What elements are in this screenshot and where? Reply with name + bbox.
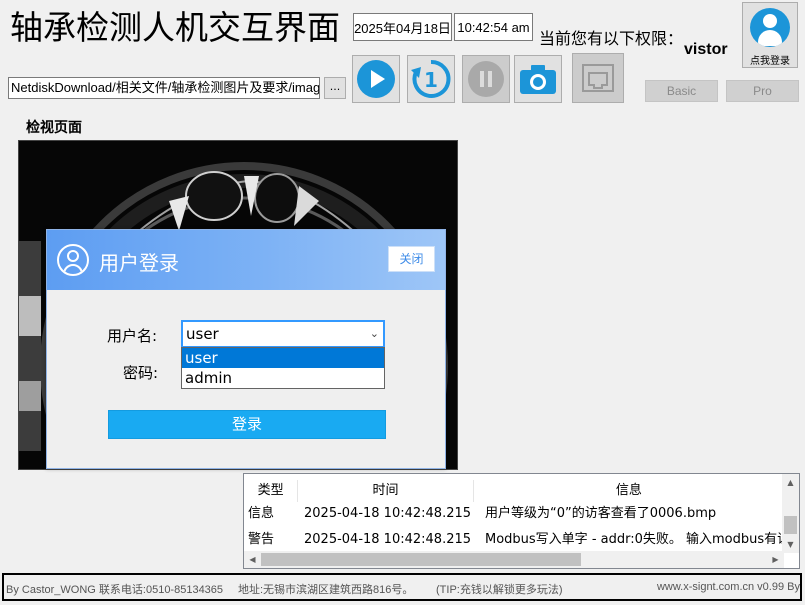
login-button[interactable]: 点我登录	[742, 2, 798, 68]
time-display: 10:42:54 am	[454, 13, 533, 41]
scroll-up-icon[interactable]: ▲	[782, 474, 799, 491]
scroll-thumb[interactable]	[784, 516, 797, 534]
log-row[interactable]: 信息 2025-04-18 10:42:48.215 用户等级为“0”的访客查看…	[244, 504, 784, 524]
status-author: By Castor_WONG 联系电话:0510-85134365	[6, 584, 224, 596]
tab-pro[interactable]: Pro	[726, 80, 799, 102]
username-option-admin[interactable]: admin	[182, 368, 384, 388]
log-time: 2025-04-18 10:42:48.215	[304, 506, 472, 521]
viewer-label: 检视页面	[26, 120, 82, 136]
scroll-down-icon[interactable]: ▼	[782, 536, 799, 553]
svg-text:1: 1	[424, 68, 438, 92]
log-vertical-scrollbar[interactable]: ▲ ▼	[782, 474, 799, 553]
log-column-info[interactable]: 信息	[474, 480, 784, 502]
date-display: 2025年04月18日	[353, 13, 452, 41]
play-icon	[357, 60, 395, 98]
login-button-label: 点我登录	[750, 56, 790, 67]
scroll-left-icon[interactable]: ◀	[244, 551, 261, 568]
status-address: 地址:无锡市滨湖区建筑西路816号。	[238, 584, 414, 596]
status-tip: (TIP:充钱以解锁更多玩法)	[436, 584, 563, 596]
close-button[interactable]: 关闭	[388, 246, 435, 272]
login-dialog: 用户登录 关闭 用户名: 密码: user ⌄ user admin 登录	[46, 229, 446, 469]
log-type: 警告	[248, 532, 275, 547]
browse-button[interactable]: ...	[324, 77, 346, 99]
login-dialog-header: 用户登录 关闭	[47, 230, 445, 290]
network-port-icon	[582, 64, 614, 92]
login-dialog-title: 用户登录	[99, 251, 179, 275]
status-site: www.x-signt.com.cn v0.99 By	[656, 581, 800, 593]
log-column-type[interactable]: 类型	[244, 480, 299, 502]
username-select[interactable]: user ⌄	[181, 320, 385, 348]
step-once-icon: 1	[411, 59, 451, 98]
log-time: 2025-04-18 10:42:48.215	[304, 532, 472, 547]
camera-icon	[520, 65, 556, 94]
play-button[interactable]	[352, 55, 400, 103]
log-info: 用户等级为“0”的访客查看了0006.bmp	[485, 506, 717, 521]
username-label: 用户名:	[107, 327, 158, 345]
chevron-down-icon: ⌄	[369, 327, 379, 340]
app-title: 轴承检测人机交互界面	[10, 8, 340, 47]
username-select-value: user	[186, 325, 219, 343]
status-bar: By Castor_WONG 联系电话:0510-85134365 地址:无锡市…	[2, 573, 802, 601]
log-horizontal-scrollbar[interactable]: ◀ ▶	[244, 551, 784, 568]
username-dropdown: user admin	[181, 347, 385, 389]
network-button[interactable]	[572, 53, 624, 103]
password-label: 密码:	[123, 364, 159, 382]
log-panel: 类型 时间 信息 信息 2025-04-18 10:42:48.215 用户等级…	[243, 473, 800, 569]
log-info: Modbus写入单字 - addr:0失败。 输入modbus有误	[485, 532, 784, 547]
user-avatar-icon	[750, 8, 790, 47]
tab-basic[interactable]: Basic	[645, 80, 718, 102]
pause-button[interactable]	[462, 55, 510, 103]
log-header: 类型 时间 信息	[244, 480, 784, 502]
username-option-user[interactable]: user	[182, 348, 384, 368]
step-once-button[interactable]: 1	[407, 55, 455, 103]
user-icon	[57, 244, 89, 276]
permission-label: 当前您有以下权限：	[539, 29, 684, 48]
login-submit-button[interactable]: 登录	[108, 410, 386, 439]
scroll-thumb[interactable]	[261, 553, 581, 566]
camera-button[interactable]	[514, 55, 562, 103]
pause-icon	[468, 61, 504, 97]
log-row[interactable]: 警告 2025-04-18 10:42:48.215 Modbus写入单字 - …	[244, 530, 784, 550]
log-column-time[interactable]: 时间	[298, 480, 474, 502]
scroll-right-icon[interactable]: ▶	[767, 551, 784, 568]
user-role: vistor	[684, 41, 728, 58]
image-path-input[interactable]: NetdiskDownload/相关文件/轴承检测图片及要求/image	[8, 77, 320, 99]
log-type: 信息	[248, 506, 275, 521]
